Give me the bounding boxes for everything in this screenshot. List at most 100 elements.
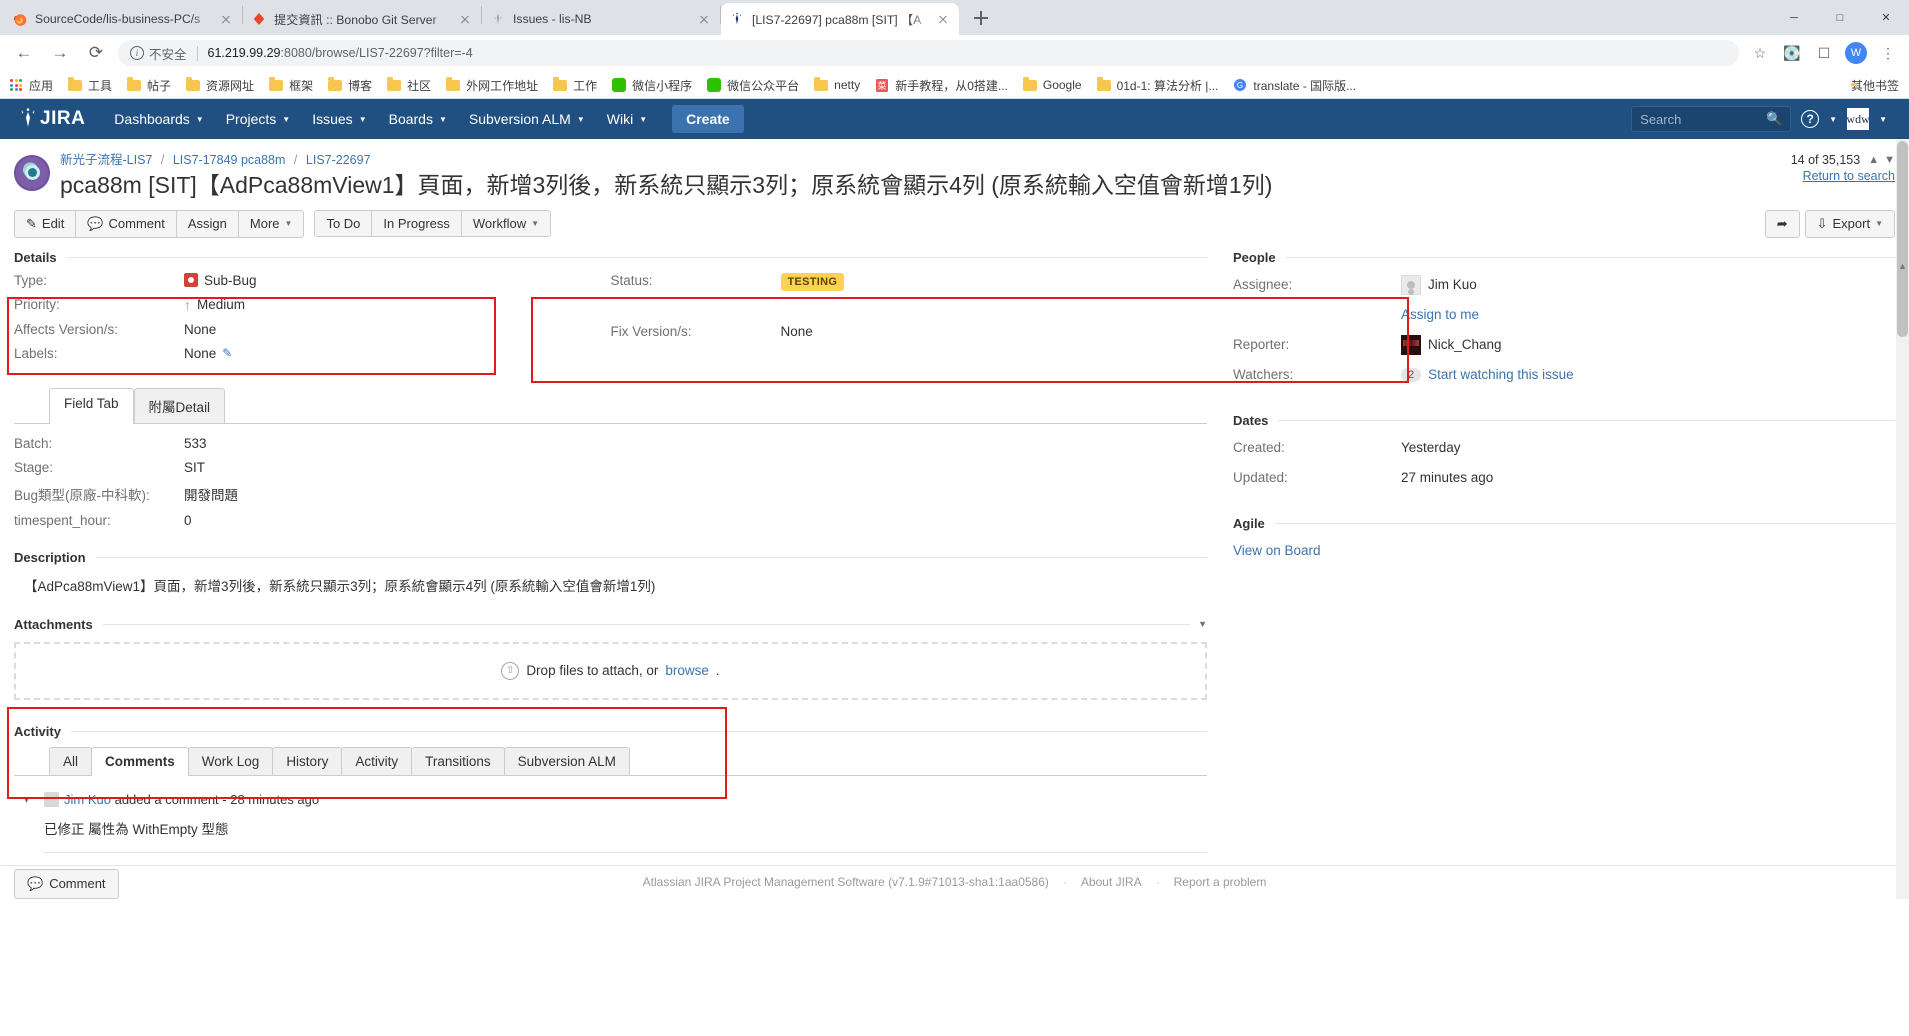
next-issue-icon[interactable]: ▼ [1884,154,1895,166]
new-tab-button[interactable] [967,4,995,32]
chevron-down-icon[interactable]: ▼ [1829,115,1837,124]
tab-comments[interactable]: Comments [91,746,189,776]
previous-issue-icon[interactable]: ▲ [1868,154,1879,166]
site-security-indicator[interactable]: i 不安全 [130,44,187,63]
bookmark-item-2[interactable]: 帖子 [126,77,171,94]
share-button[interactable]: ➦ [1764,209,1800,238]
maximize-button[interactable]: □ [1817,0,1863,35]
nav-wiki[interactable]: Wiki ▼ [596,102,658,136]
browse-link[interactable]: browse [665,663,709,678]
tab-work-log[interactable]: Work Log [187,746,274,775]
browser-tab-3[interactable]: [LIS7-22697] pca88m [SIT] 【A [721,3,959,35]
field-affects-versions: Affects Version/s: None [14,322,611,337]
bookmark-item-10[interactable]: 微信公众平台 [706,77,799,94]
tab-attached-detail[interactable]: 附屬Detail [133,387,226,423]
dates-section: Dates Created: Yesterday Updated: 27 min… [1233,413,1895,490]
start-watching-link[interactable]: Start watching this issue [1428,367,1574,382]
report-problem-link[interactable]: Report a problem [1174,875,1267,889]
chevron-down-icon[interactable]: ▼ [1198,619,1207,629]
tab-subversion-alm[interactable]: Subversion ALM [503,746,630,775]
help-icon[interactable]: ? [1801,110,1820,128]
bookmark-item-5[interactable]: 博客 [327,77,372,94]
tab-transitions[interactable]: Transitions [411,746,505,775]
tab-field-tab[interactable]: Field Tab [49,387,134,424]
assign-button[interactable]: Assign [175,209,239,238]
jira-logo[interactable]: JIRA [18,107,85,132]
star-icon[interactable]: ☆ [1749,42,1771,64]
tab-history[interactable]: History [272,746,343,775]
tab-activity[interactable]: Activity [341,746,413,775]
bookmark-item-9[interactable]: 微信小程序 [611,77,692,94]
bookmark-item-12[interactable]: 菜新手教程，从0搭建... [874,77,1008,94]
close-icon[interactable] [218,11,234,27]
return-to-search-link[interactable]: Return to search [1803,169,1895,183]
description-text: 【AdPca88mView1】頁面，新增3列後，新系統只顯示3列；原系統會顯示4… [24,578,656,594]
extension-icon[interactable]: 💽 [1781,42,1803,64]
about-jira-link[interactable]: About JIRA [1081,875,1142,889]
browser-tab-1[interactable]: 提交資訊 :: Bonobo Git Server [243,3,481,35]
field-value: None [184,322,216,337]
browser-tab-2[interactable]: Issues - lis-NB [482,3,720,35]
chevron-down-icon[interactable]: ▾ [24,795,29,806]
address-bar[interactable]: i 不安全 61.219.99.29:8080/browse/LIS7-2269… [118,40,1739,66]
nav-dashboards[interactable]: Dashboards ▼ [103,102,214,136]
more-button[interactable]: More ▼ [237,209,305,238]
cast-icon[interactable]: ☐ [1813,42,1835,64]
bookmark-item-4[interactable]: 框架 [268,77,313,94]
bookmark-item-8[interactable]: 工作 [552,77,597,94]
bookmark-item-7[interactable]: 外网工作地址 [445,77,538,94]
close-window-button[interactable]: ✕ [1863,0,1909,35]
nav-boards[interactable]: Boards ▼ [378,102,458,136]
close-icon[interactable] [457,11,473,27]
chevron-down-icon[interactable]: ▼ [1879,115,1887,124]
page-scrollbar[interactable]: ▲ [1896,139,1909,899]
bookmark-item-11[interactable]: netty [813,77,860,93]
profile-avatar[interactable]: W [1845,42,1867,64]
assign-to-me-link[interactable]: Assign to me [1401,307,1479,322]
more-menu-icon[interactable]: ⋮ [1877,42,1899,64]
minimize-button[interactable]: ─ [1771,0,1817,35]
breadcrumb-issue-key[interactable]: LIS7-22697 [306,153,371,167]
create-button[interactable]: Create [672,105,744,133]
comment-item: ▾ Jim Kuo added a comment - 28 minutes a… [14,791,1207,853]
close-icon[interactable] [696,11,712,27]
button-label: Edit [41,216,65,232]
close-icon[interactable] [935,11,951,27]
field-value: 533 [184,435,207,451]
user-avatar[interactable]: wdw [1846,108,1870,130]
in-progress-button[interactable]: In Progress [371,210,462,238]
tab-all[interactable]: All [49,746,93,775]
nav-subversion-alm[interactable]: Subversion ALM ▼ [458,102,596,136]
comment-author-link[interactable]: Jim Kuo [64,792,111,807]
bookmark-apps[interactable]: 应用 [8,77,53,94]
bookmark-item-13[interactable]: Google [1022,77,1082,93]
field-tabs: Field Tab 附屬Detail [14,387,1207,424]
scrollbar-thumb[interactable] [1897,141,1908,337]
browser-tab-0[interactable]: SourceCode/lis-business-PC/s [4,3,242,35]
bookmark-item-14[interactable]: 01d-1: 算法分析 |... [1096,77,1218,94]
todo-button[interactable]: To Do [314,210,373,238]
breadcrumb-parent-issue[interactable]: LIS7-17849 pca88m [173,153,286,167]
attachment-dropzone[interactable]: ⇧ Drop files to attach, or browse. [14,641,1207,700]
breadcrumb-project[interactable]: 新光子流程-LIS7 [60,153,152,167]
search-input[interactable]: Search 🔍 [1631,106,1792,132]
nav-projects[interactable]: Projects ▼ [215,102,302,136]
edit-button[interactable]: ✎ Edit [14,209,77,238]
reload-icon[interactable]: ⟳ [82,39,110,67]
comment-button[interactable]: 💬 Comment [75,209,177,238]
other-bookmarks[interactable]: 其他书签 [1851,77,1899,94]
view-on-board-link[interactable]: View on Board [1233,543,1321,558]
scroll-up-icon[interactable]: ▲ [1898,261,1907,271]
bookmark-item-3[interactable]: 资源网址 [185,77,254,94]
bookmark-item-15[interactable]: Gtranslate - 国际版... [1232,77,1356,94]
export-button[interactable]: ⇩ Export ▼ [1804,209,1895,238]
bookmark-item-1[interactable]: 工具 [67,77,112,94]
forward-icon[interactable]: → [46,39,74,67]
edit-pencil-icon[interactable]: ✎ [222,346,232,360]
field-value: Nick_Chang [1401,334,1502,355]
bookmark-item-6[interactable]: 社区 [386,77,431,94]
bookmark-label: 微信公众平台 [727,78,800,93]
nav-issues[interactable]: Issues ▼ [301,102,377,136]
back-icon[interactable]: ← [10,39,38,67]
workflow-button[interactable]: Workflow ▼ [460,210,552,238]
